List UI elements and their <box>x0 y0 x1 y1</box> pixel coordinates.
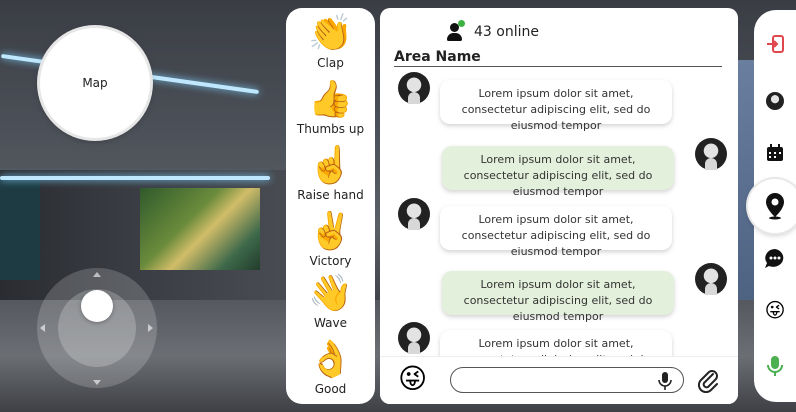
reactions-panel: 👏 Clap 👍 Thumbs up ☝️ Raise hand ✌️ Vict… <box>286 8 375 404</box>
message-incoming: Lorem ipsum dolor sit amet, consectetur … <box>380 322 738 356</box>
clap-icon: 👏 <box>308 13 353 54</box>
joystick-down-arrow-icon <box>93 380 101 385</box>
online-count: 43 online <box>446 20 539 42</box>
message-bubble: Lorem ipsum dolor sit amet, consectetur … <box>440 80 672 132</box>
avatar[interactable] <box>398 198 430 230</box>
calendar-icon <box>767 144 783 161</box>
reaction-raise-hand[interactable]: ☝️ Raise hand <box>286 145 375 203</box>
ok-hand-icon: 👌 <box>308 339 353 380</box>
message-bubble: Lorem ipsum dolor sit amet, consectetur … <box>440 330 672 356</box>
minimap-label: Map <box>82 76 108 90</box>
area-name-heading: Area Name <box>394 49 722 67</box>
logout-icon <box>767 35 784 53</box>
avatar[interactable] <box>695 263 727 295</box>
chat-button[interactable] <box>754 241 796 277</box>
chat-input-bar: 😜 <box>380 356 738 404</box>
thumbs-up-icon: 👍 <box>308 79 353 120</box>
message-bubble: Lorem ipsum dolor sit amet, consectetur … <box>442 271 674 323</box>
user-avatar <box>766 92 784 110</box>
chat-message-input[interactable] <box>450 367 684 393</box>
reaction-label: Good <box>314 382 347 396</box>
message-list[interactable]: Lorem ipsum dolor sit amet, consectetur … <box>380 72 738 356</box>
reaction-label: Raise hand <box>297 188 364 202</box>
message-bubble: Lorem ipsum dolor sit amet, consectetur … <box>442 146 674 198</box>
background-display-left <box>0 180 40 280</box>
joystick-knob[interactable] <box>81 290 113 322</box>
online-users-icon <box>446 20 466 42</box>
reaction-label: Thumbs up <box>296 122 365 136</box>
emoji-icon: 😜 <box>764 298 786 322</box>
background-display-artwork <box>140 188 260 270</box>
reaction-clap[interactable]: 👏 Clap <box>286 13 375 71</box>
microphone-button[interactable] <box>754 348 796 384</box>
avatar[interactable] <box>398 72 430 104</box>
profile-button[interactable] <box>754 83 796 119</box>
reaction-good[interactable]: 👌 Good <box>286 339 375 397</box>
joystick-left-arrow-icon <box>40 324 45 332</box>
message-outgoing: Lorem ipsum dolor sit amet, consectetur … <box>380 263 738 323</box>
message-incoming: Lorem ipsum dolor sit amet, consectetur … <box>380 198 738 258</box>
reaction-thumbs-up[interactable]: 👍 Thumbs up <box>286 79 375 137</box>
message-bubble: Lorem ipsum dolor sit amet, consectetur … <box>440 206 672 258</box>
minimap[interactable]: Map <box>40 28 150 138</box>
reaction-wave[interactable]: 👋 Wave <box>286 273 375 331</box>
joystick-right-arrow-icon <box>148 324 153 332</box>
chat-bubble-icon <box>765 249 784 268</box>
microphone-icon[interactable] <box>656 371 674 391</box>
reaction-label: Wave <box>314 316 347 330</box>
emoji-picker-button[interactable]: 😜 <box>398 363 427 395</box>
attachment-icon[interactable] <box>696 367 720 393</box>
wave-icon: 👋 <box>308 273 353 314</box>
wall-light-strip <box>0 176 270 180</box>
location-button[interactable] <box>748 179 796 233</box>
online-count-text: 43 online <box>474 24 539 40</box>
location-pin-icon <box>766 193 784 220</box>
message-outgoing: Lorem ipsum dolor sit amet, consectetur … <box>380 138 738 198</box>
reaction-label: Victory <box>309 254 352 268</box>
chat-panel: 43 online Area Name Lorem ipsum dolor si… <box>380 8 738 404</box>
calendar-button[interactable] <box>754 135 796 171</box>
logout-button[interactable] <box>754 26 796 62</box>
reaction-label: Clap <box>317 56 344 70</box>
microphone-icon <box>767 356 783 376</box>
victory-icon: ✌️ <box>308 211 353 252</box>
raise-hand-icon: ☝️ <box>308 145 353 186</box>
reaction-victory[interactable]: ✌️ Victory <box>286 211 375 269</box>
joystick-up-arrow-icon <box>93 272 101 277</box>
right-toolbar: 😜 <box>748 10 796 402</box>
message-incoming: Lorem ipsum dolor sit amet, consectetur … <box>380 72 738 132</box>
reactions-button[interactable]: 😜 <box>754 292 796 328</box>
avatar[interactable] <box>398 322 430 354</box>
avatar[interactable] <box>695 138 727 170</box>
